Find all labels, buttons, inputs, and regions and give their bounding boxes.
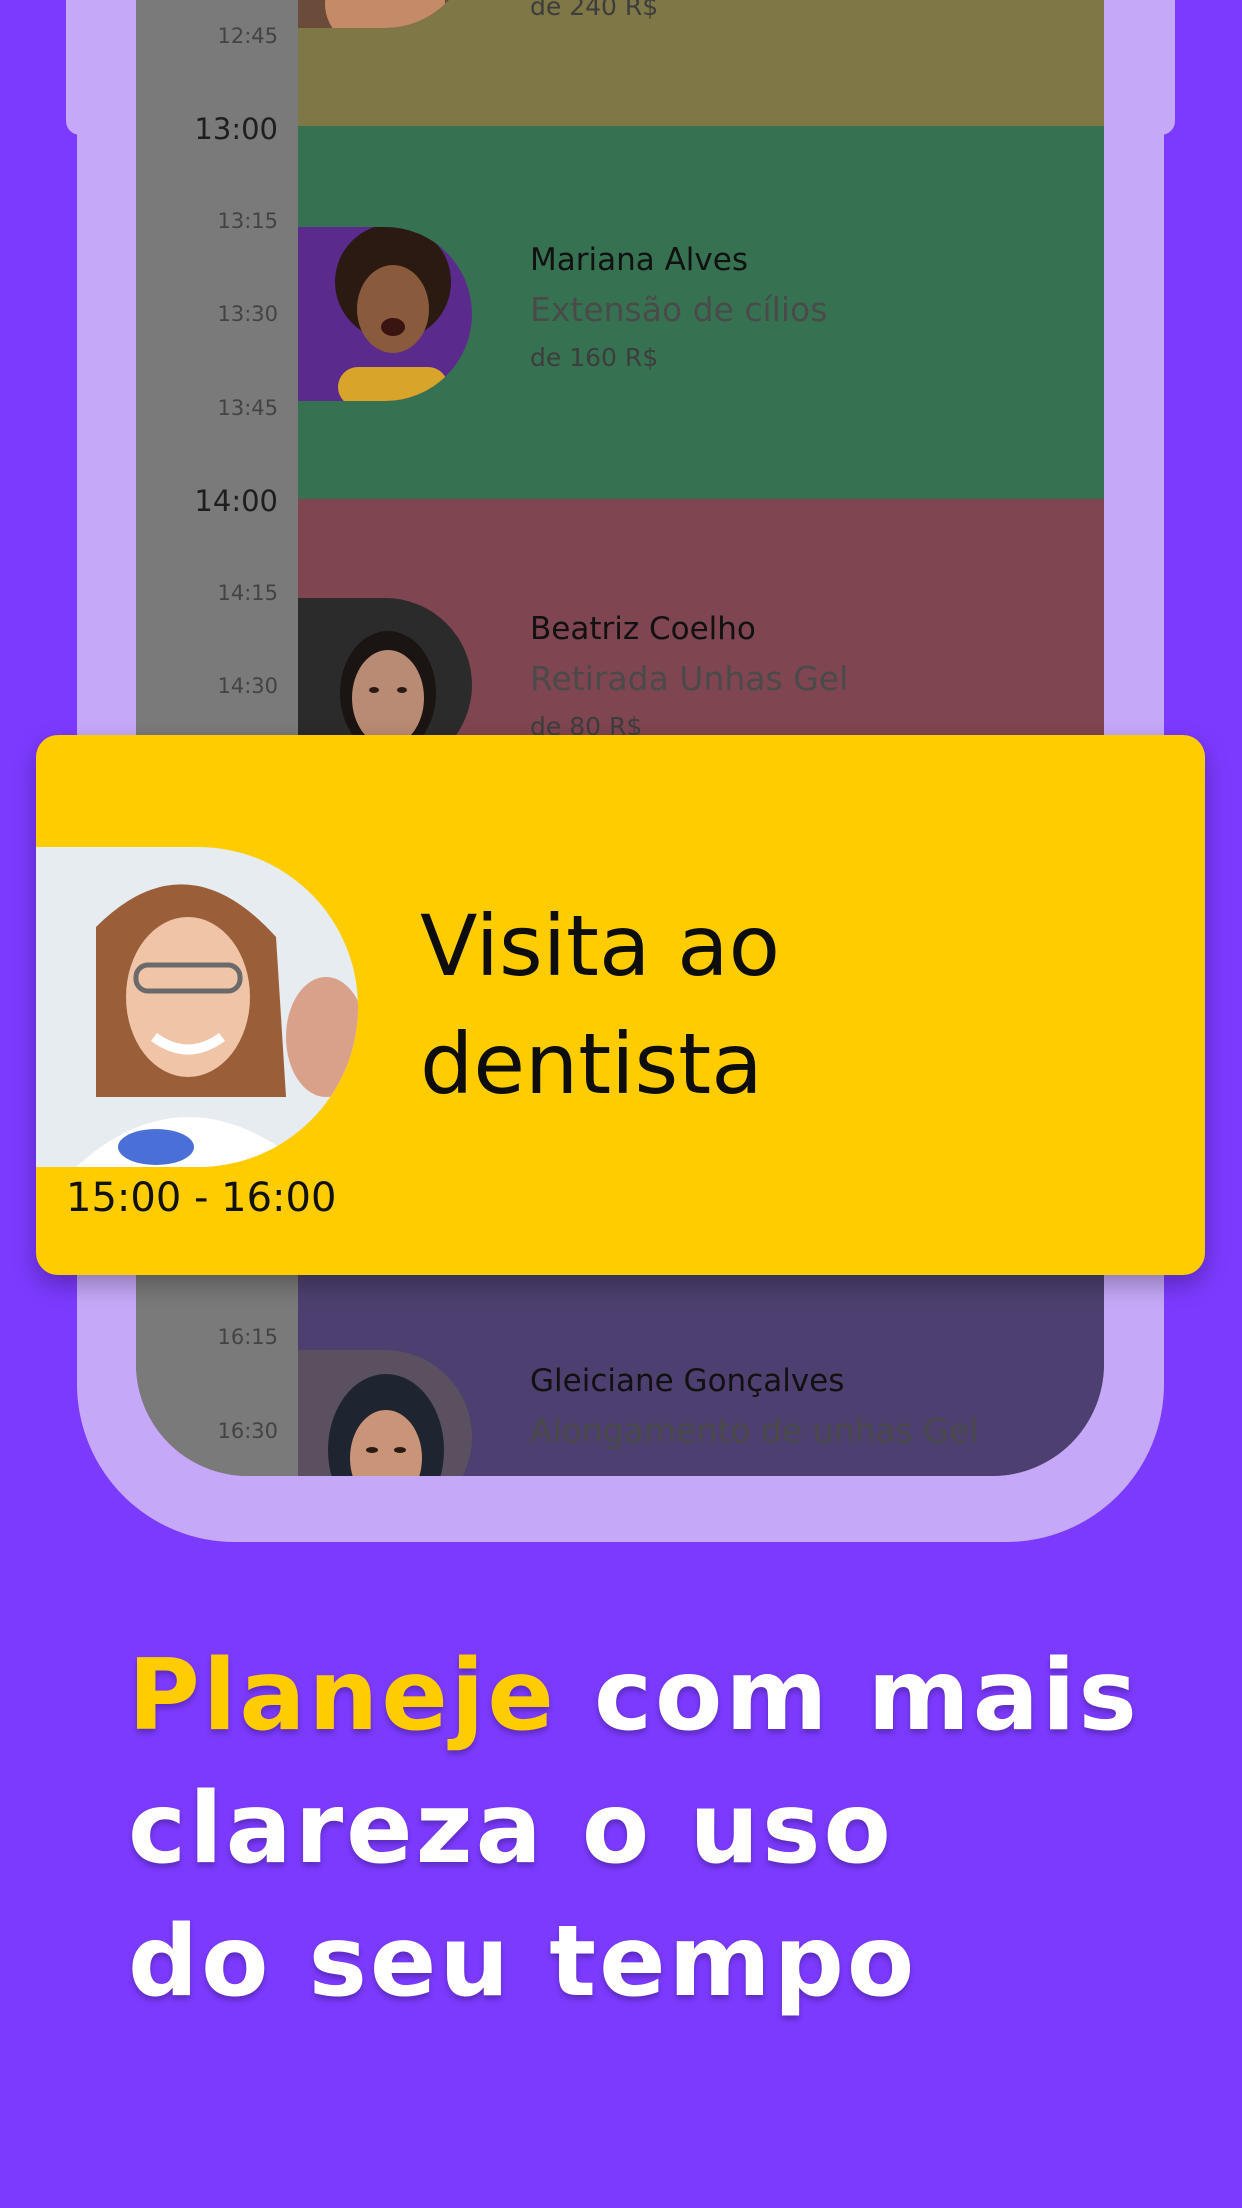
- client-name: Beatriz Coelho: [530, 611, 756, 647]
- client-avatar: [298, 0, 472, 28]
- service-name: Alongamento de unhas Gel: [530, 1411, 979, 1450]
- appointment-price: de 160 R$: [530, 343, 659, 372]
- time-label: 12:45: [217, 24, 278, 48]
- time-label: 13:30: [217, 302, 278, 326]
- headline-line3: do seu tempo: [128, 1905, 918, 2019]
- highlighted-appointment-card[interactable]: Visita ao dentista 15:00 - 16:00: [36, 735, 1205, 1275]
- client-name: Gleiciane Gonçalves: [530, 1363, 845, 1399]
- service-name: Extensão de cílios: [530, 290, 828, 329]
- time-label: 14:15: [217, 581, 278, 605]
- service-name: Retirada Unhas Gel: [530, 659, 849, 698]
- appointment-time: 15:00 - 16:00: [66, 1175, 337, 1221]
- appointment-block[interactable]: Mariana Alves Extensão de cílios de 160 …: [298, 126, 1104, 499]
- client-avatar: [298, 1350, 472, 1476]
- time-label: 14:00: [194, 484, 278, 518]
- client-avatar: [298, 227, 472, 401]
- appointment-title: Visita ao dentista: [420, 897, 781, 1113]
- headline-accent: Planeje: [128, 1639, 557, 1753]
- client-name: Mariana Alves: [530, 242, 748, 278]
- appointment-price: de 240 R$: [530, 0, 659, 21]
- time-label: 14:30: [217, 674, 278, 698]
- headline-line1-rest: com mais: [556, 1639, 1140, 1753]
- time-label: 16:30: [217, 1419, 278, 1443]
- appointment-block[interactable]: de 240 R$: [298, 0, 1104, 126]
- time-label: 16:15: [217, 1325, 278, 1349]
- dentist-photo: [36, 847, 358, 1167]
- time-label: 13:00: [194, 112, 278, 146]
- headline: Planeje com mais clareza o uso do seu te…: [128, 1630, 1188, 2029]
- appointment-block[interactable]: Gleiciane Gonçalves Alongamento de unhas…: [298, 1275, 1104, 1476]
- time-label: 13:45: [217, 396, 278, 420]
- headline-line2: clareza o uso: [128, 1772, 894, 1886]
- time-label: 13:15: [217, 209, 278, 233]
